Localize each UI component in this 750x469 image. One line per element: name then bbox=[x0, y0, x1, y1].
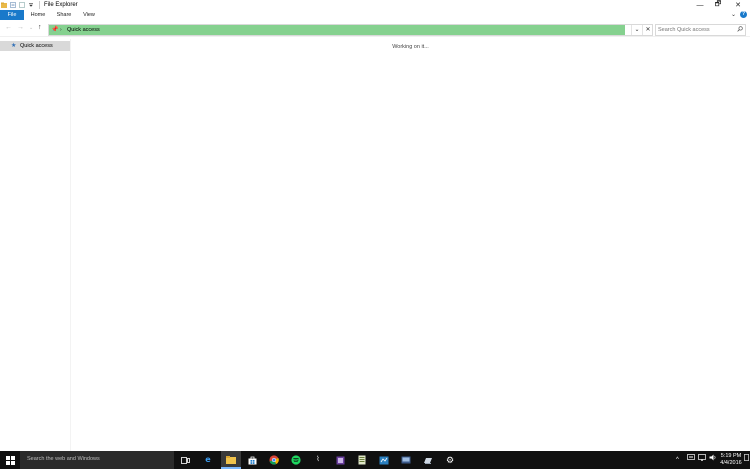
back-button[interactable]: ← bbox=[5, 24, 12, 32]
volume-icon[interactable] bbox=[709, 454, 717, 466]
network-icon[interactable] bbox=[698, 454, 706, 466]
clock-date[interactable]: 4/4/2016 bbox=[719, 460, 743, 466]
show-hidden-icons-button[interactable]: ^ bbox=[676, 454, 679, 466]
start-button[interactable] bbox=[0, 451, 20, 469]
address-location[interactable]: Quick access bbox=[67, 26, 100, 34]
up-button[interactable]: ↑ bbox=[38, 24, 42, 32]
app-icon[interactable] bbox=[356, 454, 368, 466]
title-divider bbox=[39, 1, 40, 9]
tab-home[interactable]: Home bbox=[27, 10, 49, 20]
taskbar-search-box[interactable]: Search the web and Windows bbox=[20, 451, 174, 469]
app-icon[interactable]: ⌇ bbox=[312, 454, 324, 466]
nav-item-label: Quick access bbox=[20, 43, 53, 49]
tab-file[interactable]: File bbox=[0, 10, 24, 20]
navigation-bar: ← → ⌄ ↑ 📌 › Quick access ⌄ ✕ bbox=[0, 21, 750, 37]
quick-access-star-icon: ★ bbox=[11, 43, 17, 49]
notifications-icon[interactable] bbox=[744, 454, 750, 466]
new-folder-icon[interactable] bbox=[19, 2, 25, 8]
chrome-icon[interactable] bbox=[268, 454, 280, 466]
app-icon[interactable] bbox=[400, 454, 412, 466]
store-icon[interactable] bbox=[246, 454, 258, 466]
settings-icon[interactable]: ⚙ bbox=[444, 454, 456, 466]
search-input[interactable] bbox=[658, 25, 734, 35]
address-bar[interactable]: 📌 › Quick access ⌄ ✕ bbox=[48, 24, 653, 36]
task-view-icon[interactable] bbox=[179, 454, 191, 466]
windows-logo-icon bbox=[5, 455, 15, 465]
recent-locations-button[interactable]: ⌄ bbox=[29, 24, 33, 32]
taskbar-search-placeholder: Search the web and Windows bbox=[27, 456, 100, 462]
address-progress-bar bbox=[49, 25, 625, 35]
file-explorer-icon[interactable] bbox=[225, 454, 237, 466]
help-icon[interactable]: ? bbox=[740, 11, 747, 18]
properties-icon[interactable] bbox=[10, 2, 16, 8]
maximize-button[interactable]: 🗗 bbox=[708, 0, 728, 10]
spotify-icon[interactable] bbox=[290, 454, 302, 466]
pin-icon: 📌 bbox=[51, 27, 59, 33]
ribbon-tabs: File Home Share View ⌄ ? bbox=[0, 10, 750, 20]
stop-loading-button[interactable]: ✕ bbox=[642, 25, 653, 35]
clock-time[interactable]: 5:19 PM bbox=[719, 453, 743, 459]
action-center-icon[interactable] bbox=[687, 454, 695, 466]
loading-status: Working on it... bbox=[392, 44, 429, 50]
window-title: File Explorer bbox=[44, 2, 78, 8]
chevron-down-icon[interactable]: ⌄ bbox=[731, 11, 736, 18]
tab-share[interactable]: Share bbox=[53, 10, 75, 20]
customize-toolbar-icon[interactable] bbox=[28, 2, 34, 8]
tab-view[interactable]: View bbox=[78, 10, 100, 20]
address-dropdown-button[interactable]: ⌄ bbox=[631, 25, 642, 35]
close-button[interactable]: ✕ bbox=[728, 0, 748, 10]
search-icon[interactable] bbox=[737, 26, 743, 35]
nav-item-quick-access[interactable]: ★ Quick access bbox=[0, 41, 70, 51]
app-icon[interactable] bbox=[422, 454, 434, 466]
taskbar: Search the web and Windows e ⌇ ⚙ ^ 5:19 … bbox=[0, 451, 750, 469]
search-box[interactable] bbox=[655, 24, 746, 36]
edge-icon[interactable]: e bbox=[202, 454, 214, 466]
title-bar: File Explorer — 🗗 ✕ bbox=[0, 0, 750, 10]
quick-access-toolbar bbox=[1, 1, 37, 9]
app-icon[interactable] bbox=[334, 454, 346, 466]
folder-icon[interactable] bbox=[1, 2, 7, 8]
app-icon[interactable] bbox=[378, 454, 390, 466]
minimize-button[interactable]: — bbox=[690, 0, 710, 10]
forward-button[interactable]: → bbox=[17, 24, 24, 32]
file-list-area[interactable]: Working on it... bbox=[71, 39, 750, 454]
navigation-pane: ★ Quick access bbox=[0, 39, 71, 454]
breadcrumb-separator[interactable]: › bbox=[60, 26, 62, 34]
